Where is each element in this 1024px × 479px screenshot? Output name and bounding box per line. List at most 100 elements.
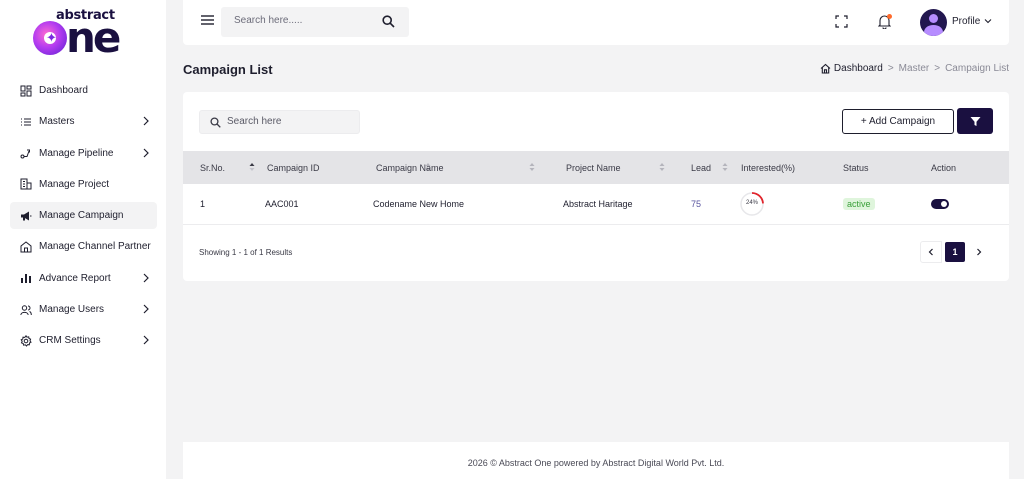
column-header-label: Lead (691, 162, 712, 173)
column-header-lead[interactable]: Lead (677, 151, 730, 184)
breadcrumb-separator: > (934, 63, 941, 74)
chevron-right-icon (143, 116, 149, 126)
interested-progress-ring: 24% (739, 191, 765, 217)
chevron-down-icon[interactable] (984, 17, 992, 25)
sidebar-item-manage-users[interactable]: Manage Users (10, 296, 157, 323)
sort-icon[interactable] (529, 162, 535, 172)
megaphone-icon (20, 210, 32, 222)
sidebar-item-label: Manage Users (39, 304, 105, 316)
page-title: Campaign List (183, 62, 273, 77)
add-campaign-button[interactable]: + Add Campaign (842, 109, 954, 134)
users-icon (20, 304, 32, 316)
notification-dot (887, 14, 892, 19)
breadcrumb-separator: > (887, 63, 894, 74)
column-header-label: Campaign Name (376, 162, 444, 173)
column-header-label: Action (931, 162, 957, 173)
logo-wordmark-big: ne (66, 13, 121, 62)
pagination-summary: Showing 1 - 1 of 1 Results (199, 248, 293, 257)
sidebar-item-manage-project[interactable]: Manage Project (10, 171, 157, 198)
pagination-page-current[interactable]: 1 (945, 242, 965, 262)
cell-action (931, 184, 1009, 225)
sidebar-item-manage-pipeline[interactable]: Manage Pipeline (10, 140, 157, 167)
cell-interested: 24% (730, 184, 843, 225)
sort-icon[interactable] (722, 162, 728, 172)
sidebar-item-label: Manage Pipeline (39, 147, 114, 159)
column-header-label: Project Name (566, 162, 621, 173)
table-row: 1 AAC001 Codename New Home Abstract Hari… (183, 184, 1009, 225)
column-header-campaign-name[interactable]: Campaign Name (357, 151, 547, 184)
home-icon (820, 63, 831, 74)
chevron-right-icon (143, 335, 149, 345)
logo-o-mark: ✦ (33, 21, 67, 55)
bar-chart-icon (20, 272, 32, 284)
campaign-status-toggle[interactable] (931, 198, 949, 209)
header-search-box (221, 7, 409, 37)
abstract-one-logo[interactable]: abstract ✦ ne (30, 6, 136, 62)
campaign-list-card: + Add Campaign Sr.No. Campaign ID Campai… (183, 92, 1009, 281)
search-icon[interactable] (382, 15, 395, 28)
breadcrumb-master[interactable]: Master (899, 63, 930, 74)
sidebar-item-crm-settings[interactable]: CRM Settings (10, 327, 157, 354)
column-header-label: Sr.No. (200, 162, 226, 173)
pipeline-icon (20, 147, 32, 159)
sidebar-item-advance-report[interactable]: Advance Report (10, 265, 157, 292)
sidebar: abstract ✦ ne Dashboard Masters Manage P… (0, 0, 166, 479)
chevron-right-icon (143, 148, 149, 158)
breadcrumb-dashboard[interactable]: Dashboard (834, 63, 883, 74)
pagination: 1 (920, 241, 990, 263)
interested-percent-label: 24% (745, 199, 758, 206)
gear-icon (20, 334, 32, 347)
sidebar-item-label: Advance Report (39, 272, 111, 284)
list-icon (20, 116, 32, 128)
footer: 2026 © Abstract One powered by Abstract … (183, 442, 1009, 479)
sidebar-item-dashboard[interactable]: Dashboard (10, 77, 157, 104)
table-header-row: Sr.No. Campaign ID Campaign Name Project… (183, 151, 1009, 184)
sidebar-item-label: Manage Channel Partner (39, 241, 151, 253)
filter-icon (970, 116, 980, 126)
sidebar-item-label: CRM Settings (39, 335, 101, 347)
filter-button[interactable] (957, 108, 993, 134)
sidebar-item-label: Manage Campaign (39, 210, 124, 222)
fullscreen-icon[interactable] (835, 15, 848, 28)
column-header-label: Interested(%) (741, 162, 796, 173)
footer-copyright: 2026 © Abstract One powered by Abstract … (467, 458, 725, 468)
column-header-action: Action (931, 151, 1009, 184)
sidebar-item-label: Dashboard (39, 85, 88, 96)
building-icon (20, 178, 32, 190)
sidebar-item-masters[interactable]: Masters (10, 108, 157, 135)
status-badge: active (843, 197, 875, 210)
cell-campaign-id: AAC001 (249, 184, 357, 225)
chevron-left-icon (928, 248, 933, 256)
breadcrumb-current: Campaign List (945, 63, 1009, 74)
column-header-campaign-id[interactable]: Campaign ID (249, 151, 431, 184)
table-search-input[interactable] (227, 116, 352, 127)
cell-lead[interactable]: 75 (677, 184, 730, 225)
chevron-right-icon (143, 304, 149, 314)
avatar[interactable] (920, 9, 947, 36)
sidebar-item-manage-channel-partner[interactable]: Manage Channel Partner (10, 233, 157, 260)
cell-project-name: Abstract Haritage (547, 184, 677, 225)
sidebar-item-manage-campaign[interactable]: Manage Campaign (10, 202, 157, 230)
chevron-right-icon (143, 273, 149, 283)
column-header-sr-no[interactable]: Sr.No. (183, 151, 255, 184)
search-icon (210, 117, 221, 128)
cell-sr-no: 1 (183, 184, 249, 225)
header-search-input[interactable] (234, 15, 374, 26)
partner-icon (20, 241, 32, 253)
hamburger-menu-icon[interactable] (201, 14, 214, 26)
cell-status: active (843, 184, 931, 225)
breadcrumb: Dashboard > Master > Campaign List (820, 63, 1009, 74)
column-header-project-name[interactable]: Project Name (547, 151, 677, 184)
table-search-box (199, 110, 360, 134)
sidebar-item-label: Masters (39, 116, 75, 128)
sidebar-item-label: Manage Project (39, 178, 110, 190)
chevron-right-icon (977, 248, 982, 256)
campaign-table: Sr.No. Campaign ID Campaign Name Project… (183, 151, 1009, 225)
column-header-status: Status (843, 151, 931, 184)
sort-icon[interactable] (659, 162, 665, 172)
top-header: Profile (183, 0, 1009, 45)
profile-menu-label[interactable]: Profile (952, 16, 980, 27)
cell-campaign-name: Codename New Home (357, 184, 547, 225)
pagination-prev-button[interactable] (920, 241, 942, 263)
pagination-next-button[interactable] (968, 241, 990, 263)
